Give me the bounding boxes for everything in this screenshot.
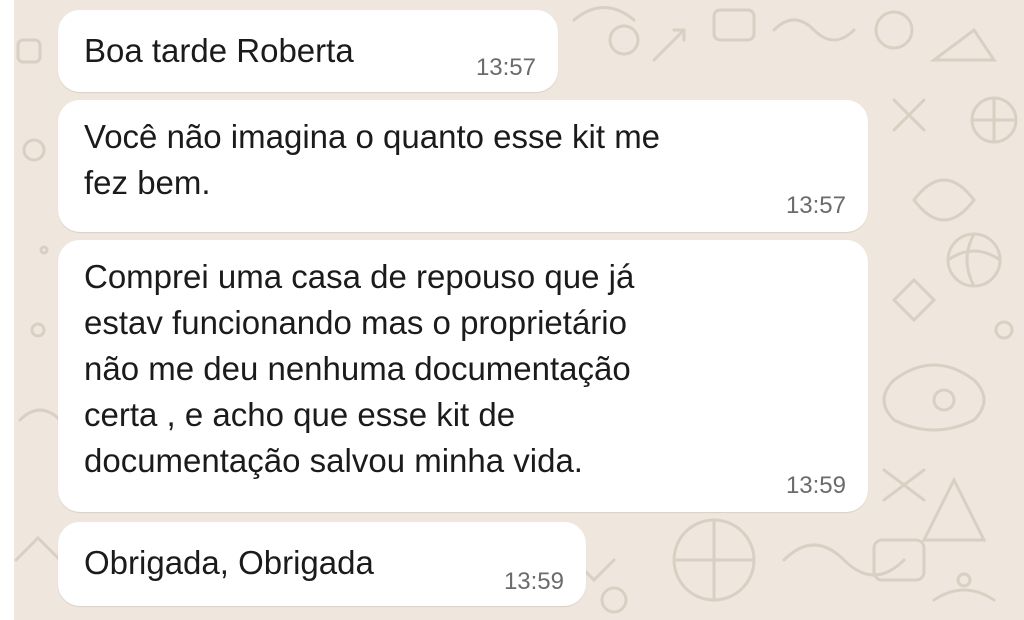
message-bubble[interactable]: Você não imagina o quanto esse kit me fe… xyxy=(58,100,868,232)
message-text: Comprei uma casa de repouso que já estav… xyxy=(84,258,635,479)
message-bubble[interactable]: Boa tarde Roberta 13:57 xyxy=(58,10,558,92)
message-timestamp: 13:57 xyxy=(475,54,536,81)
message-timestamp: 13:57 xyxy=(785,192,846,219)
message-timestamp: 13:59 xyxy=(785,472,846,499)
message-text: Você não imagina o quanto esse kit me fe… xyxy=(84,118,661,201)
message-text: Boa tarde Roberta xyxy=(84,32,354,69)
message-bubble[interactable]: Comprei uma casa de repouso que já estav… xyxy=(58,240,868,512)
message-bubble[interactable]: Obrigada, Obrigada 13:59 xyxy=(58,522,586,606)
message-timestamp: 13:59 xyxy=(503,568,564,595)
message-text: Obrigada, Obrigada xyxy=(84,544,374,581)
chat-area: Boa tarde Roberta 13:57 Você não imagina… xyxy=(14,0,1024,620)
